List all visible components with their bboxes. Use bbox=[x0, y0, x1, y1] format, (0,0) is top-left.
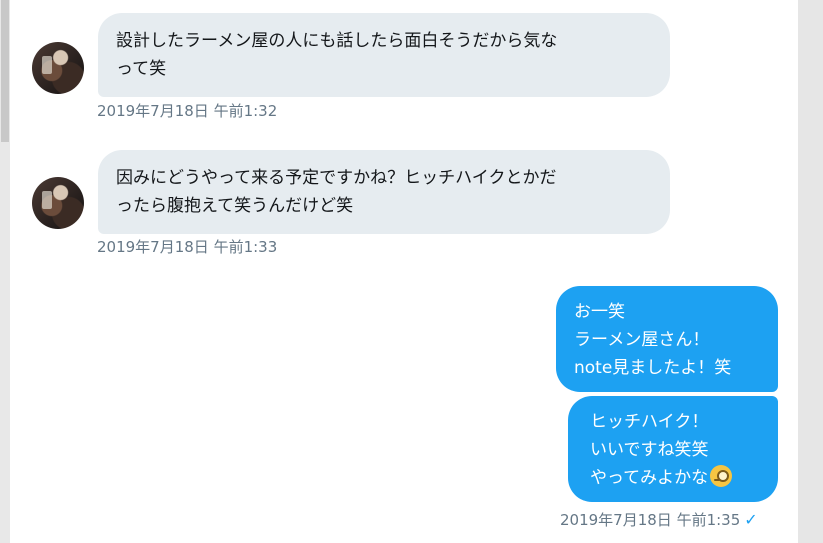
message-timestamp: 2019年7月18日 午前1:35 ✓ bbox=[560, 509, 758, 530]
message-timestamp: 2019年7月18日 午前1:32 bbox=[97, 102, 278, 120]
scrollbar-thumb[interactable] bbox=[1, 0, 9, 142]
avatar[interactable] bbox=[32, 42, 84, 94]
outgoing-message-bubble[interactable]: お一笑 ラーメン屋さん！ note見ましたよ！笑 bbox=[556, 286, 778, 392]
message-timestamp: 2019年7月18日 午前1:33 bbox=[97, 238, 278, 256]
outgoing-message-bubble[interactable]: ヒッチハイク！ いいですね笑笑 やってみよかな bbox=[568, 396, 778, 502]
outgoing-message-text: ヒッチハイク！ いいですね笑笑 やってみよかな bbox=[590, 412, 709, 488]
checkmark-icon: ✓ bbox=[744, 510, 758, 529]
incoming-message-bubble[interactable]: 因みにどうやって来る予定ですかね？ヒッチハイクとかだ ったら腹抱えて笑うんだけど… bbox=[98, 150, 670, 234]
avatar[interactable] bbox=[32, 177, 84, 229]
incoming-message-bubble[interactable]: 設計したラーメン屋の人にも話したら面白そうだから気な って笑 bbox=[98, 13, 670, 97]
face-with-monocle-emoji-icon bbox=[710, 465, 733, 487]
scrollbar[interactable] bbox=[0, 0, 10, 543]
timestamp-text: 2019年7月18日 午前1:35 bbox=[560, 511, 741, 529]
right-edge bbox=[798, 0, 823, 543]
